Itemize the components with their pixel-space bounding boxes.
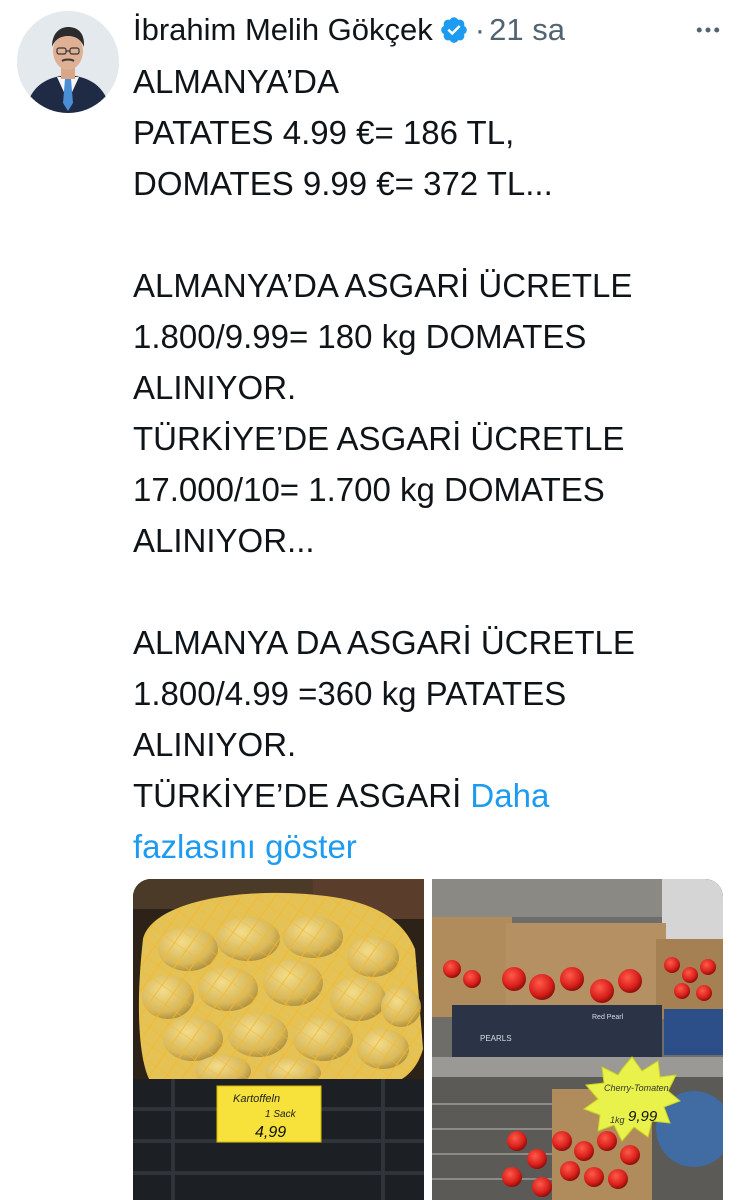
tweet-header: İbrahim Melih Gökçek · 21 sa	[133, 8, 723, 52]
tomato-box-label: Red Pearl	[592, 1014, 624, 1021]
tweet-text-line: ALMANYA’DA	[133, 63, 339, 100]
tweet-text-line: ALMANYA DA ASGARİ ÜCRETLE	[133, 624, 635, 661]
more-options-icon[interactable]	[679, 8, 723, 52]
tweet-text-line: PATATES 4.99 €= 186 TL,	[133, 114, 515, 151]
tweet-text-line: 1.800/4.99 =360 kg PATATES	[133, 675, 567, 712]
header-separator: ·	[474, 12, 486, 47]
timestamp[interactable]: 21 sa	[489, 8, 565, 52]
tweet-text-truncated: TÜRKİYE’DE ASGARİ	[133, 777, 462, 814]
tweet-text-line: ALMANYA’DA ASGARİ ÜCRETLE	[133, 267, 633, 304]
tweet-text-line: ALINIYOR.	[133, 726, 297, 763]
tweet-media: Kartoffeln 1 Sack 4,99 PEARLS Red Pearl …	[133, 879, 723, 1200]
tweet-text-line: 17.000/10= 1.700 kg DOMATES	[133, 471, 605, 508]
tomato-box-brand: PEARLS	[480, 1034, 512, 1043]
tweet-text-line: DOMATES 9.99 €= 372 TL...	[133, 165, 553, 202]
tweet-text: ALMANYA’DA PATATES 4.99 €= 186 TL, DOMAT…	[133, 56, 723, 872]
tomato-sign-weight: 1kg	[610, 1115, 625, 1125]
tweet-text-last-line: TÜRKİYE’DE ASGARİ Daha	[133, 770, 723, 821]
tomato-sign-title: Cherry-Tomaten	[604, 1083, 669, 1093]
potato-price-sign: Kartoffeln 1 Sack 4,99	[216, 1085, 322, 1143]
tweet-text-line: ALINIYOR...	[133, 522, 315, 559]
potato-sign-price: 4,99	[255, 1124, 286, 1141]
avatar-image	[17, 11, 119, 113]
verified-badge-icon	[439, 15, 469, 45]
potato-sign-sub: 1 Sack	[265, 1109, 297, 1120]
potato-sign-title: Kartoffeln	[233, 1093, 280, 1105]
tweet-text-line: TÜRKİYE’DE ASGARİ ÜCRETLE	[133, 420, 625, 457]
show-more-link-continued[interactable]: fazlasını göster	[133, 821, 723, 872]
tweet: İbrahim Melih Gökçek · 21 sa ALMANYA’DA …	[0, 0, 738, 1200]
author-name[interactable]: İbrahim Melih Gökçek	[133, 8, 433, 52]
photo-tomatoes[interactable]: PEARLS Red Pearl Cherry-Tomaten 1kg 9,99	[432, 879, 723, 1200]
avatar[interactable]	[17, 11, 119, 113]
tweet-text-line: ALINIYOR.	[133, 369, 297, 406]
tweet-text-line: 1.800/9.99= 180 kg DOMATES	[133, 318, 587, 355]
photo-potatoes[interactable]: Kartoffeln 1 Sack 4,99	[133, 879, 424, 1200]
tomato-sign-price: 9,99	[628, 1108, 658, 1125]
show-more-link[interactable]: Daha	[470, 777, 549, 814]
